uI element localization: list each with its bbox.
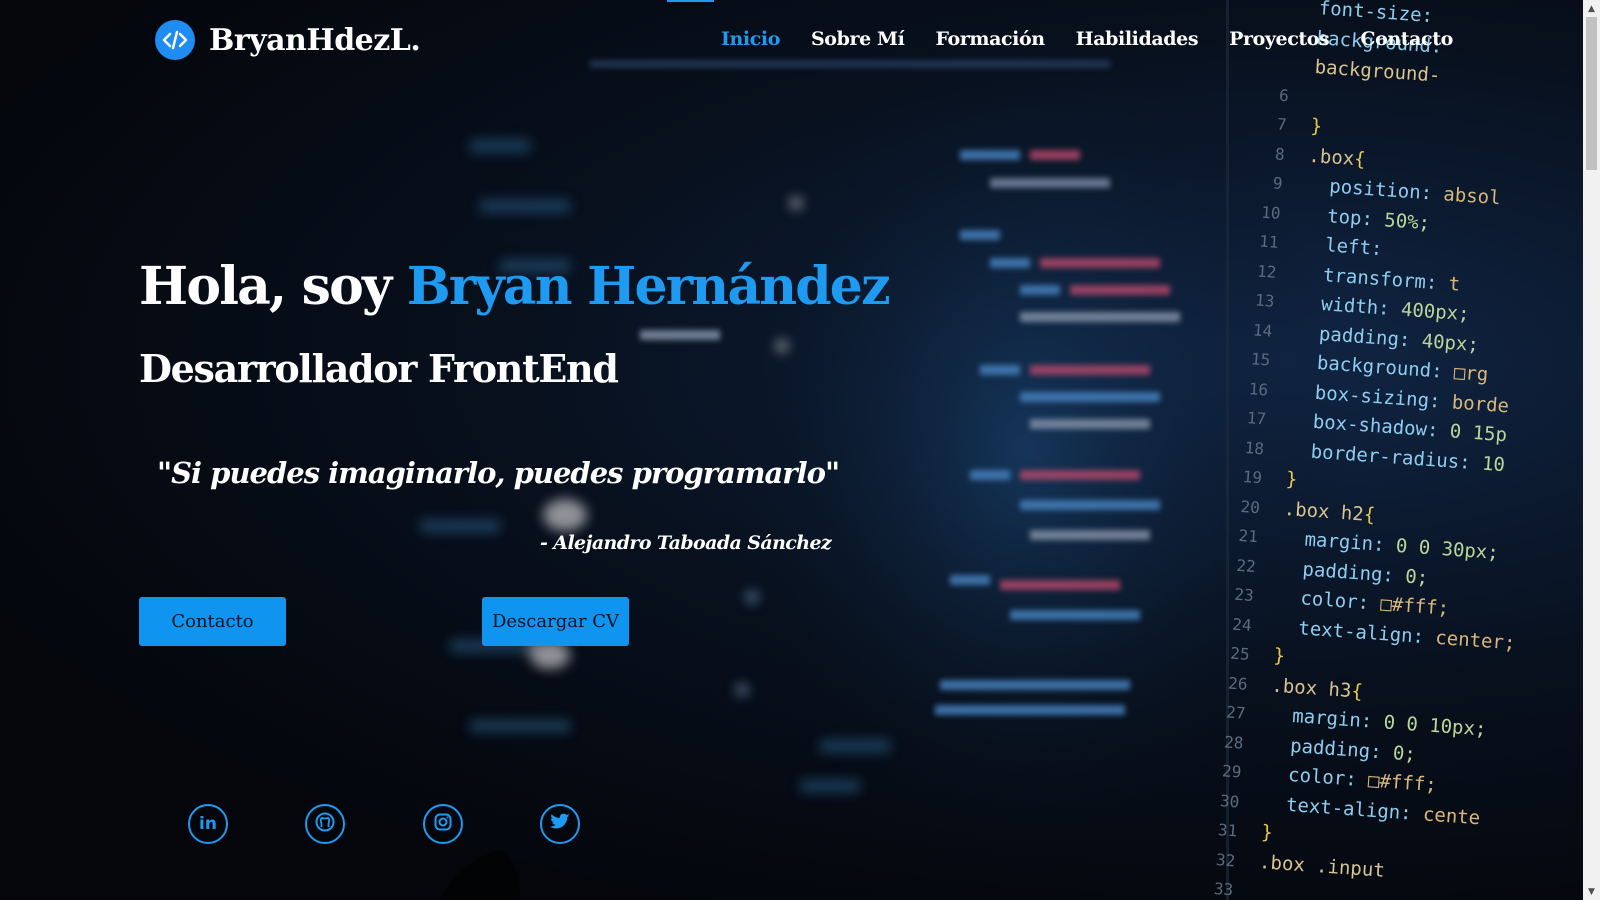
linkedin-icon: in bbox=[199, 813, 217, 834]
line-number: 31 bbox=[1217, 820, 1238, 841]
linkedin-link[interactable]: in bbox=[188, 804, 228, 844]
line-number: 28 bbox=[1223, 731, 1245, 753]
line-number: 26 bbox=[1227, 673, 1249, 694]
nav-item-inicio[interactable]: Inicio bbox=[721, 28, 780, 50]
code-text: } bbox=[1285, 468, 1299, 491]
code-text: top: 50%; bbox=[1326, 204, 1431, 234]
line-number: 24 bbox=[1231, 614, 1253, 635]
page-scrollbar[interactable]: ▲ ▼ bbox=[1583, 0, 1600, 900]
line-number: 15 bbox=[1250, 349, 1271, 370]
line-number: 33 bbox=[1213, 878, 1234, 900]
line-number: 20 bbox=[1240, 496, 1261, 517]
line-number: 7 bbox=[1276, 114, 1288, 135]
nav-item-habilidades[interactable]: Habilidades bbox=[1076, 28, 1199, 50]
line-number: 23 bbox=[1233, 584, 1255, 606]
code-text: left: bbox=[1324, 234, 1384, 261]
scrollbar-thumb[interactable] bbox=[1586, 17, 1597, 170]
line-number: 10 bbox=[1260, 202, 1282, 223]
hero-name: Bryan Hernández bbox=[406, 256, 891, 317]
code-text: .box .input bbox=[1258, 850, 1386, 882]
nav-item-contacto[interactable]: Contacto bbox=[1360, 28, 1453, 50]
line-number: 11 bbox=[1258, 231, 1280, 252]
header: BryanHdezL. Inicio Sobre Mí Formación Ha… bbox=[0, 0, 1570, 86]
code-text: } bbox=[1309, 114, 1323, 138]
line-number: 29 bbox=[1221, 761, 1243, 782]
code-text: } bbox=[1260, 821, 1274, 844]
code-text: .box h2{ bbox=[1283, 497, 1376, 526]
line-number: 30 bbox=[1219, 790, 1241, 812]
github-link[interactable] bbox=[305, 804, 345, 844]
github-icon bbox=[314, 811, 336, 837]
scroll-down-arrow[interactable]: ▼ bbox=[1583, 883, 1600, 900]
page: font-size: background: background- 6 7} 8 .b… bbox=[0, 0, 1600, 900]
code-text: .box h3{ bbox=[1270, 674, 1364, 703]
line-number: 32 bbox=[1215, 849, 1236, 870]
line-number: 18 bbox=[1244, 437, 1265, 458]
contact-button[interactable]: Contacto bbox=[139, 597, 286, 646]
line-number: 27 bbox=[1225, 702, 1247, 723]
hero-quote: "Si puedes imaginarlo, puedes programarl… bbox=[157, 456, 840, 490]
nav-item-sobre-mi[interactable]: Sobre Mí bbox=[811, 28, 905, 50]
logo-text: BryanHdezL. bbox=[209, 22, 421, 58]
code-text: } bbox=[1272, 644, 1286, 668]
line-number: 19 bbox=[1242, 467, 1263, 488]
twitter-link[interactable] bbox=[540, 804, 580, 844]
code-icon bbox=[155, 20, 195, 60]
nav-item-proyectos[interactable]: Proyectos bbox=[1229, 28, 1330, 50]
line-number: 14 bbox=[1252, 319, 1273, 341]
line-number: 13 bbox=[1254, 290, 1275, 311]
line-number: 12 bbox=[1256, 261, 1278, 282]
logo[interactable]: BryanHdezL. bbox=[155, 20, 421, 60]
code-editor-panel: font-size: background: background- 6 7} 8 .b… bbox=[1196, 0, 1599, 900]
line-number: 21 bbox=[1237, 525, 1259, 547]
nav-item-formacion[interactable]: Formación bbox=[935, 28, 1045, 50]
line-number: 9 bbox=[1272, 173, 1284, 194]
twitter-icon bbox=[549, 812, 571, 836]
code-text: .box{ bbox=[1307, 144, 1367, 171]
scroll-up-arrow[interactable]: ▲ bbox=[1583, 0, 1600, 17]
line-number: 17 bbox=[1246, 408, 1267, 429]
instagram-link[interactable] bbox=[423, 804, 463, 844]
line-number: 16 bbox=[1248, 378, 1269, 400]
line-number: 25 bbox=[1229, 643, 1251, 664]
line-number: 22 bbox=[1235, 555, 1257, 576]
download-cv-button[interactable]: Descargar CV bbox=[482, 597, 629, 646]
hero-subtitle: Desarrollador FrontEnd bbox=[139, 346, 619, 391]
instagram-icon bbox=[433, 812, 453, 836]
hero-greeting: Hola, soy bbox=[139, 256, 407, 317]
main-nav: Inicio Sobre Mí Formación Habilidades Pr… bbox=[721, 28, 1484, 50]
quote-author: - Alejandro Taboada Sánchez bbox=[540, 532, 832, 554]
line-number: 8 bbox=[1274, 143, 1286, 164]
hero-title: Hola, soy Bryan Hernández bbox=[139, 256, 891, 317]
